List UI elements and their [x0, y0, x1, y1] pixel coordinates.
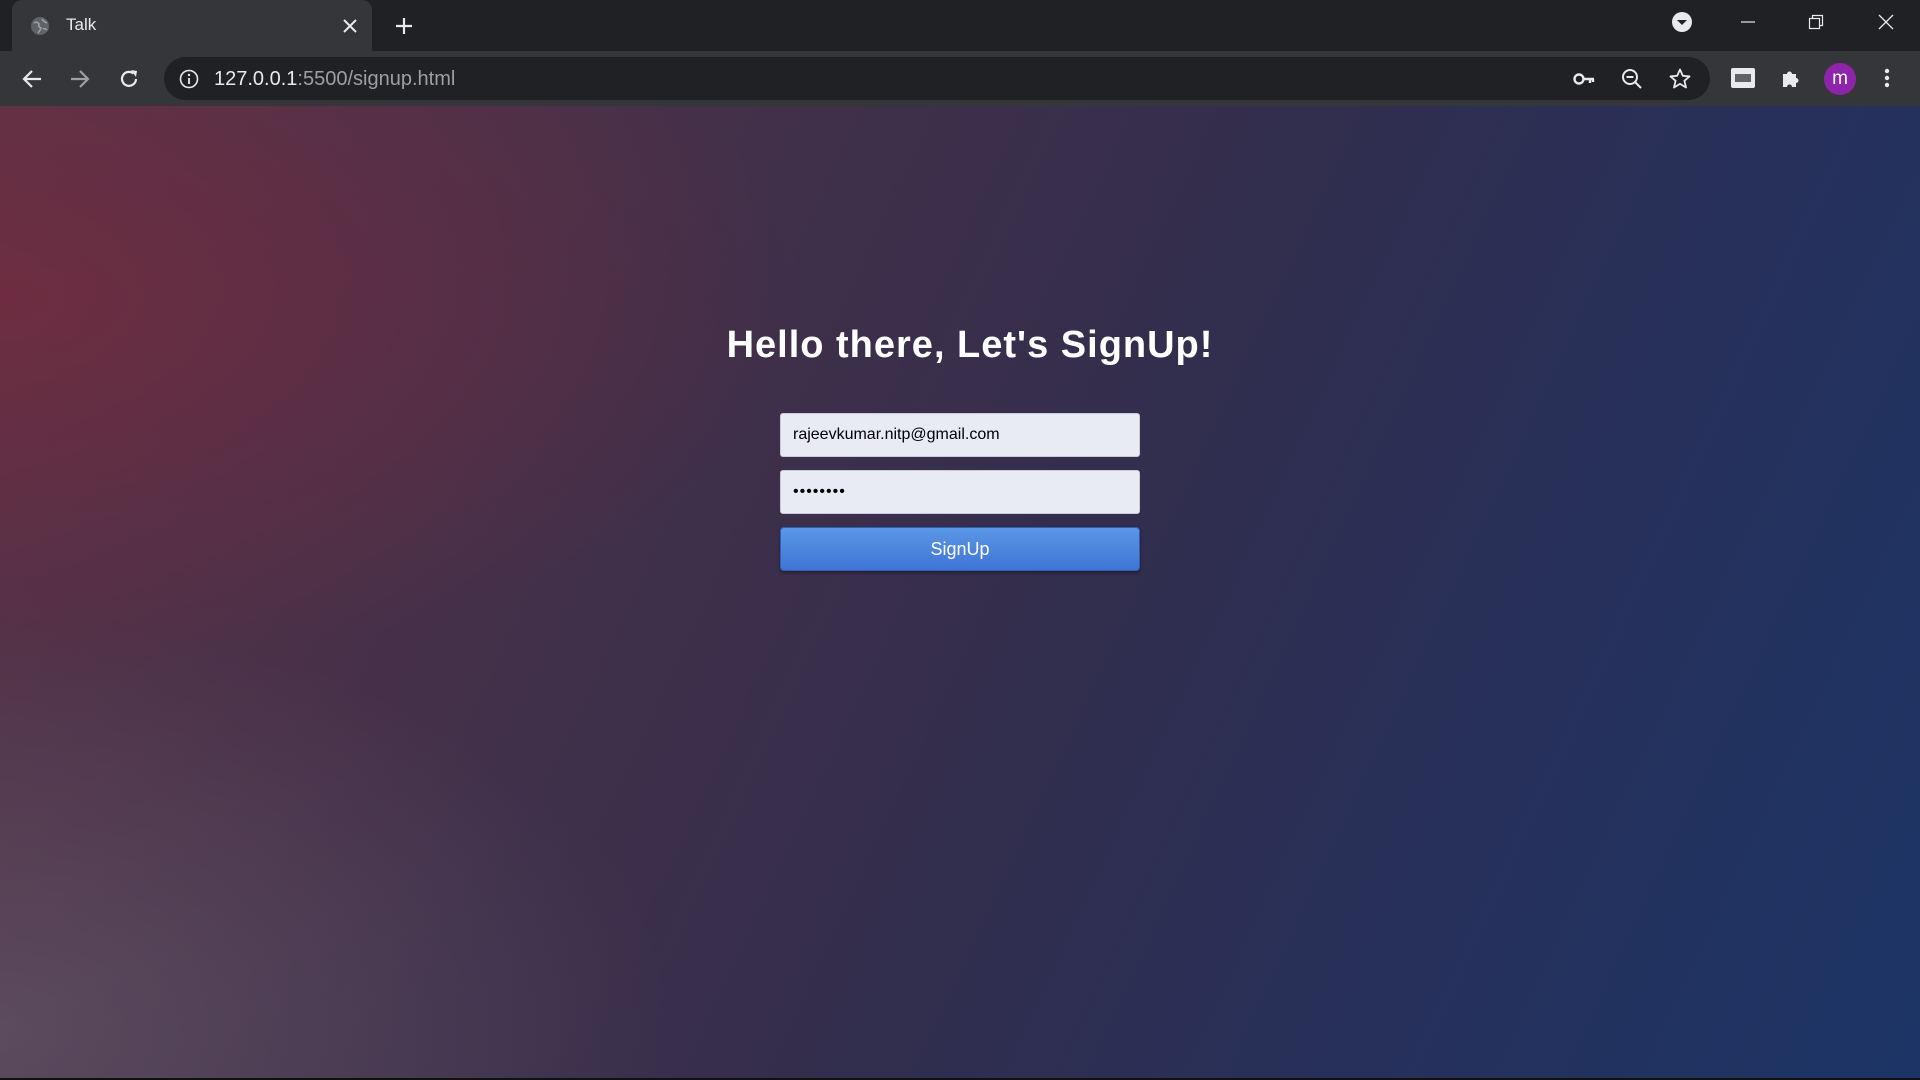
url-path: :5500/signup.html [297, 68, 456, 90]
signup-button[interactable]: SignUp [780, 527, 1140, 571]
close-tab-icon[interactable] [338, 14, 362, 38]
forward-icon[interactable] [64, 63, 96, 95]
tab-title: Talk [66, 15, 97, 34]
url-host: 127.0.0.1 [214, 68, 298, 90]
tab-search-icon[interactable] [1652, 0, 1712, 44]
window-close-icon[interactable] [1856, 0, 1916, 44]
reload-icon[interactable] [113, 63, 145, 95]
browser-tab[interactable]: Talk [12, 0, 372, 51]
minimize-icon[interactable] [1718, 0, 1778, 44]
back-icon[interactable] [16, 63, 48, 95]
extension-icon[interactable] [1728, 63, 1758, 93]
email-field[interactable] [780, 413, 1140, 457]
bookmark-star-icon[interactable] [1666, 65, 1694, 93]
profile-avatar[interactable]: m [1824, 63, 1856, 95]
more-menu-icon[interactable] [1872, 63, 1902, 93]
puzzle-icon[interactable] [1776, 63, 1806, 93]
password-field[interactable] [780, 470, 1140, 514]
zoom-icon[interactable] [1618, 65, 1646, 93]
tab-strip: Talk [0, 0, 1920, 51]
restore-icon[interactable] [1786, 0, 1846, 44]
page-title: Hello there, Let's SignUp! [726, 324, 1214, 366]
url-text[interactable]: 127.0.0.1:5500/signup.html [214, 68, 455, 91]
browser-toolbar: 127.0.0.1:5500/signup.html m [0, 51, 1920, 106]
new-tab-icon[interactable] [390, 12, 418, 40]
globe-icon [30, 16, 50, 36]
address-bar[interactable]: 127.0.0.1:5500/signup.html [164, 57, 1710, 100]
site-info-icon[interactable] [178, 68, 200, 90]
key-icon[interactable] [1570, 65, 1598, 93]
page-viewport: Hello there, Let's SignUp! SignUp [0, 106, 1920, 1080]
